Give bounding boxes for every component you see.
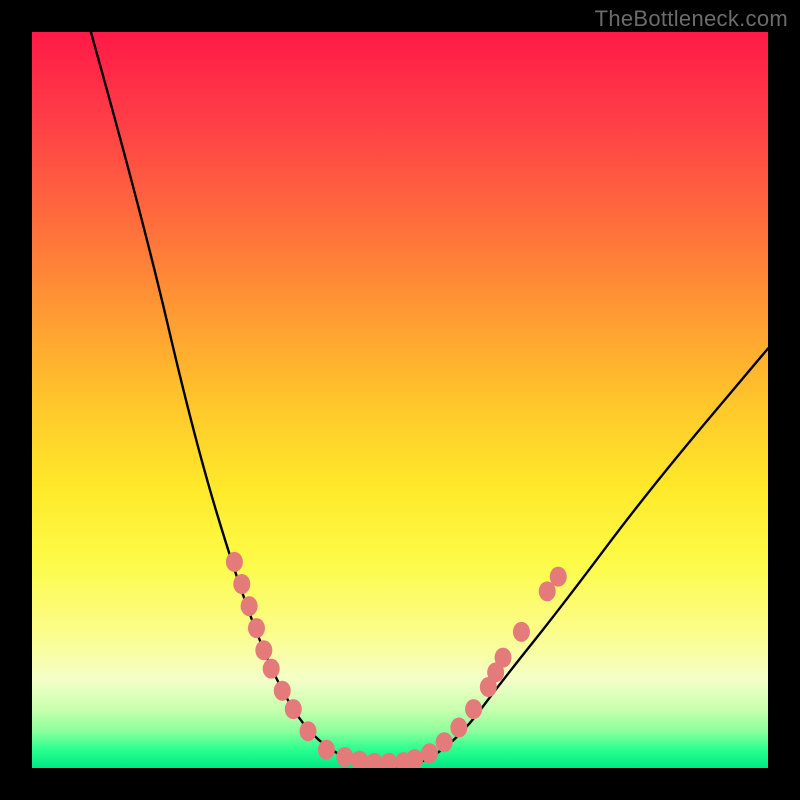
- marker-left: [300, 721, 317, 741]
- marker-right: [465, 699, 482, 719]
- plot-area: [32, 32, 768, 768]
- marker-right: [436, 732, 453, 752]
- marker-right: [495, 648, 512, 668]
- marker-left: [241, 596, 258, 616]
- marker-right: [513, 622, 530, 642]
- chart-frame: TheBottleneck.com: [0, 0, 800, 800]
- marker-left: [263, 659, 280, 679]
- marker-bottom: [406, 749, 423, 768]
- marker-left: [274, 681, 291, 701]
- marker-left: [285, 699, 302, 719]
- marker-left: [318, 740, 335, 760]
- marker-left: [226, 552, 243, 572]
- marker-right: [550, 567, 567, 587]
- marker-left: [248, 618, 265, 638]
- marker-right: [421, 743, 438, 763]
- marker-right: [450, 718, 467, 738]
- marker-bottom: [380, 753, 397, 768]
- marker-bottom: [351, 751, 368, 768]
- bottleneck-curve: [91, 32, 768, 768]
- marker-left: [233, 574, 250, 594]
- watermark-text: TheBottleneck.com: [595, 6, 788, 32]
- curve-markers: [226, 552, 567, 768]
- marker-left: [255, 640, 272, 660]
- marker-bottom: [366, 753, 383, 768]
- curve-layer: [32, 32, 768, 768]
- marker-bottom: [336, 747, 353, 767]
